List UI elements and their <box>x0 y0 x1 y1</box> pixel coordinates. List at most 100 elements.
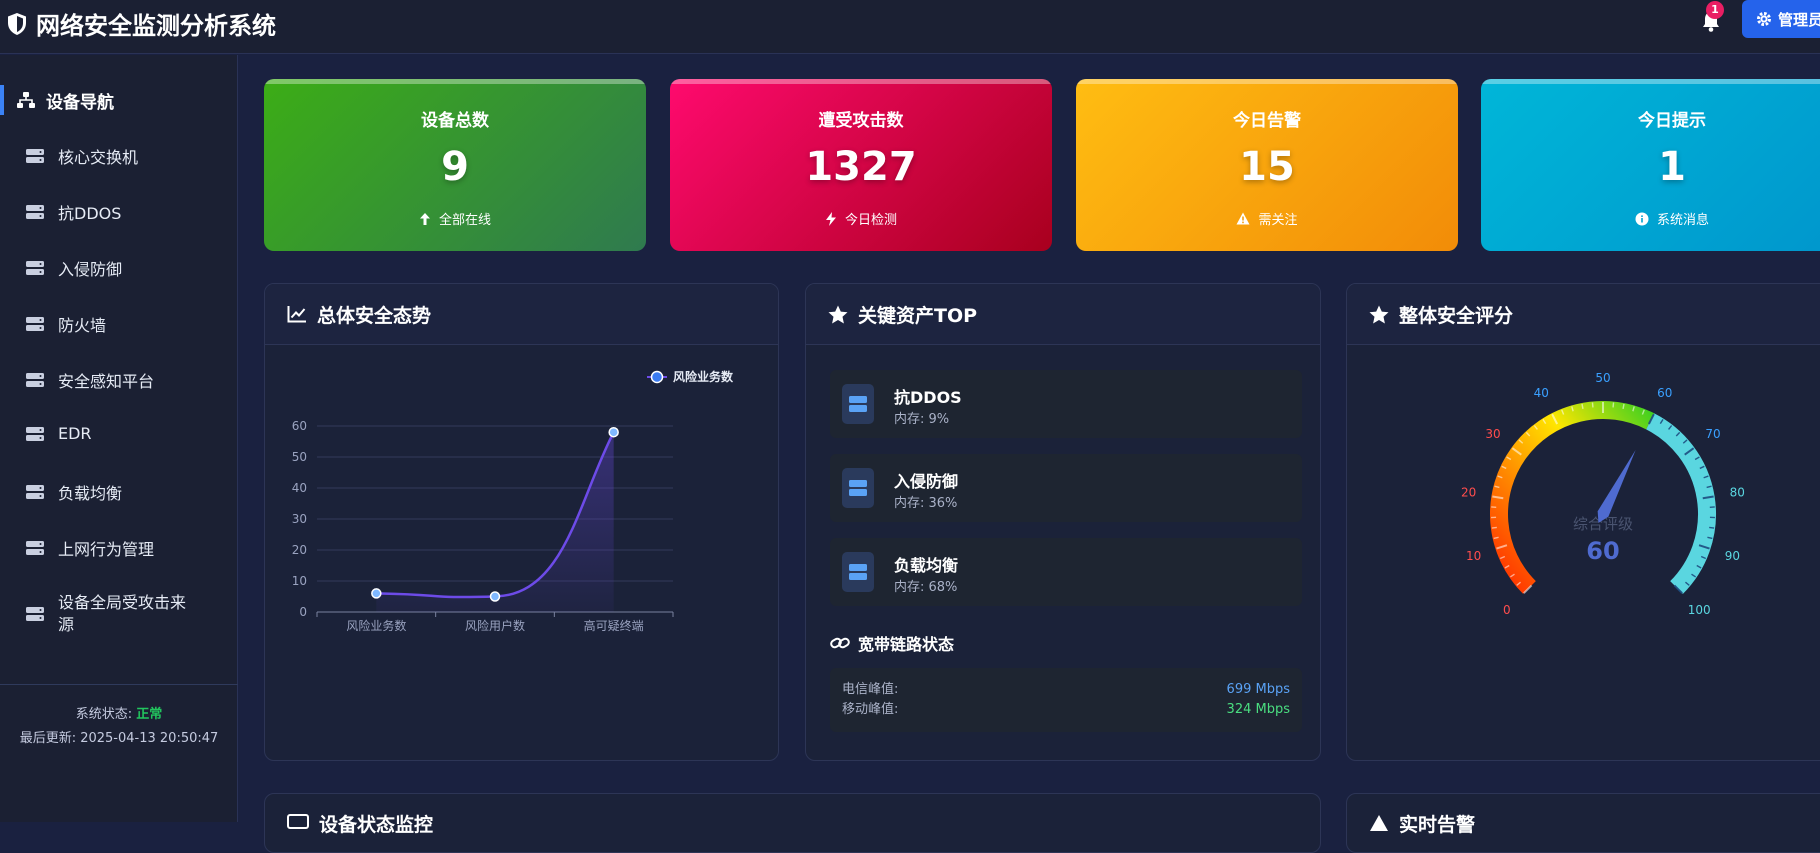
warning-icon <box>1236 212 1250 225</box>
star-icon <box>1369 305 1389 324</box>
app-brand: 网络安全监测分析系统 <box>6 6 276 41</box>
legend-label: 风险业务数 <box>673 369 734 384</box>
sidebar-item-anti-ddos[interactable]: 抗DDOS <box>26 200 226 224</box>
server-icon <box>26 149 44 163</box>
data-point <box>372 589 381 598</box>
sidebar: 设备导航 核心交换机 抗DDOS 入侵防御 防火墙 安全感知平台 EDR 负载均… <box>0 55 238 822</box>
series-area <box>376 432 613 612</box>
stat-value: 1327 <box>670 144 1052 190</box>
server-icon <box>842 552 874 592</box>
gauge-tick <box>1492 527 1497 528</box>
data-point <box>491 592 500 601</box>
sidebar-item-security-platform[interactable]: 安全感知平台 <box>26 368 226 392</box>
server-icon <box>26 607 44 621</box>
server-icon <box>842 384 874 424</box>
x-tick-label: 风险用户数 <box>465 618 525 633</box>
y-tick-label: 50 <box>292 450 307 464</box>
bolt-icon <box>825 212 837 226</box>
bandwidth-title: 宽带链路状态 <box>830 631 954 655</box>
y-tick-label: 60 <box>292 419 307 433</box>
bandwidth-row: 电信峰值: 699 Mbps <box>842 680 1290 700</box>
bandwidth-value: 699 Mbps <box>1227 680 1290 700</box>
gauge-tick-label: 70 <box>1705 427 1720 441</box>
admin-button[interactable]: 管理员 <box>1742 0 1820 38</box>
x-tick-label: 风险业务数 <box>346 618 406 633</box>
server-icon <box>26 485 44 499</box>
gauge-tick-label: 100 <box>1688 603 1711 617</box>
sidebar-title: 设备导航 <box>0 85 238 115</box>
sitemap-icon <box>16 91 36 109</box>
sidebar-item-attack-sources[interactable]: 设备全局受攻击来源 <box>26 592 196 636</box>
y-tick-label: 20 <box>292 543 307 557</box>
top-bar: 网络安全监测分析系统 1 管理员 <box>0 0 1820 54</box>
asset-item[interactable]: 负载均衡 内存: 68% <box>830 538 1302 606</box>
panel-realtime-alerts: 实时告警 <box>1346 793 1820 853</box>
y-tick-label: 10 <box>292 574 307 588</box>
trend-line-chart: 0102030405060风险业务数风险用户数高可疑终端风险业务数 <box>265 346 778 760</box>
gauge-tick <box>1709 527 1714 528</box>
panel-security-score: 整体安全评分 综合评级 60 0102030405060708090100 <box>1346 283 1820 761</box>
app-title: 网络安全监测分析系统 <box>36 6 276 41</box>
data-point <box>609 428 618 437</box>
gauge-tick <box>1623 404 1624 409</box>
gauge-value: 60 <box>1586 537 1619 565</box>
stat-card-alerts[interactable]: 今日告警 15 需关注 <box>1076 79 1458 251</box>
stat-card-attacks[interactable]: 遭受攻击数 1327 今日检测 <box>670 79 1052 251</box>
panel-key-assets: 关键资产TOP 抗DDOS 内存: 9% 入侵防御 内存: 36% 负载均衡 内… <box>805 283 1321 761</box>
sidebar-item-firewall[interactable]: 防火墙 <box>26 312 226 336</box>
bandwidth-status: 电信峰值: 699 Mbps 移动峰值: 324 Mbps <box>830 668 1302 732</box>
gauge-needle <box>1598 450 1636 523</box>
arrow-up-icon <box>419 212 431 226</box>
sidebar-item-core-switch[interactable]: 核心交换机 <box>26 144 226 168</box>
sidebar-item-load-balancer[interactable]: 负载均衡 <box>26 480 226 504</box>
monitor-icon <box>287 814 309 832</box>
y-tick-label: 40 <box>292 481 307 495</box>
panel-title: 关键资产TOP <box>858 301 977 328</box>
stat-value: 1 <box>1481 144 1820 190</box>
asset-item[interactable]: 入侵防御 内存: 36% <box>830 454 1302 522</box>
status-value: 正常 <box>136 707 162 722</box>
sidebar-item-edr[interactable]: EDR <box>26 424 226 443</box>
gauge-remaining-arc <box>1650 421 1707 587</box>
server-icon <box>26 205 44 219</box>
panel-title: 总体安全态势 <box>317 301 431 328</box>
sidebar-item-ips[interactable]: 入侵防御 <box>26 256 226 280</box>
stat-card-notices[interactable]: 今日提示 1 系统消息 <box>1481 79 1820 251</box>
security-score-gauge: 综合评级 60 0102030405060708090100 <box>1347 346 1820 760</box>
gauge-tick-label: 10 <box>1466 549 1481 563</box>
link-icon <box>830 635 850 651</box>
shield-icon <box>6 12 28 36</box>
x-tick-label: 高可疑终端 <box>584 618 644 633</box>
bandwidth-value: 324 Mbps <box>1227 700 1290 720</box>
sidebar-item-behavior-mgmt[interactable]: 上网行为管理 <box>26 536 226 560</box>
gear-icon <box>1756 11 1772 27</box>
panel-security-trend: 总体安全态势 0102030405060风险业务数风险用户数高可疑终端风险业务数 <box>264 283 779 761</box>
notification-count-badge: 1 <box>1706 1 1724 19</box>
stat-value: 9 <box>264 144 646 190</box>
gauge-tick-label: 40 <box>1534 386 1549 400</box>
gauge-tick-label: 50 <box>1595 371 1610 385</box>
y-tick-label: 0 <box>299 605 307 619</box>
stat-value: 15 <box>1076 144 1458 190</box>
gauge-tick-label: 60 <box>1657 386 1672 400</box>
stat-card-devices[interactable]: 设备总数 9 全部在线 <box>264 79 646 251</box>
panel-device-status: 设备状态监控 <box>264 793 1321 853</box>
gauge-tick-label: 90 <box>1725 549 1740 563</box>
info-icon <box>1635 212 1649 226</box>
admin-label: 管理员 <box>1778 9 1820 30</box>
bandwidth-row: 移动峰值: 324 Mbps <box>842 700 1290 720</box>
gauge-tick-label: 0 <box>1503 603 1511 617</box>
gauge-tick-label: 30 <box>1485 427 1500 441</box>
system-status: 系统状态: 正常 最后更新: 2025-04-13 20:50:47 <box>0 684 238 751</box>
asset-item[interactable]: 抗DDOS 内存: 9% <box>830 370 1302 438</box>
y-tick-label: 30 <box>292 512 307 526</box>
server-icon <box>26 541 44 555</box>
gauge-progress-arc <box>1499 410 1650 588</box>
star-icon <box>828 305 848 324</box>
gauge-tick-label: 80 <box>1730 486 1745 500</box>
last-updated: 2025-04-13 20:50:47 <box>80 731 218 746</box>
server-icon <box>26 427 44 441</box>
server-icon <box>26 317 44 331</box>
gauge-tick <box>1582 404 1583 409</box>
warning-icon <box>1369 814 1389 832</box>
